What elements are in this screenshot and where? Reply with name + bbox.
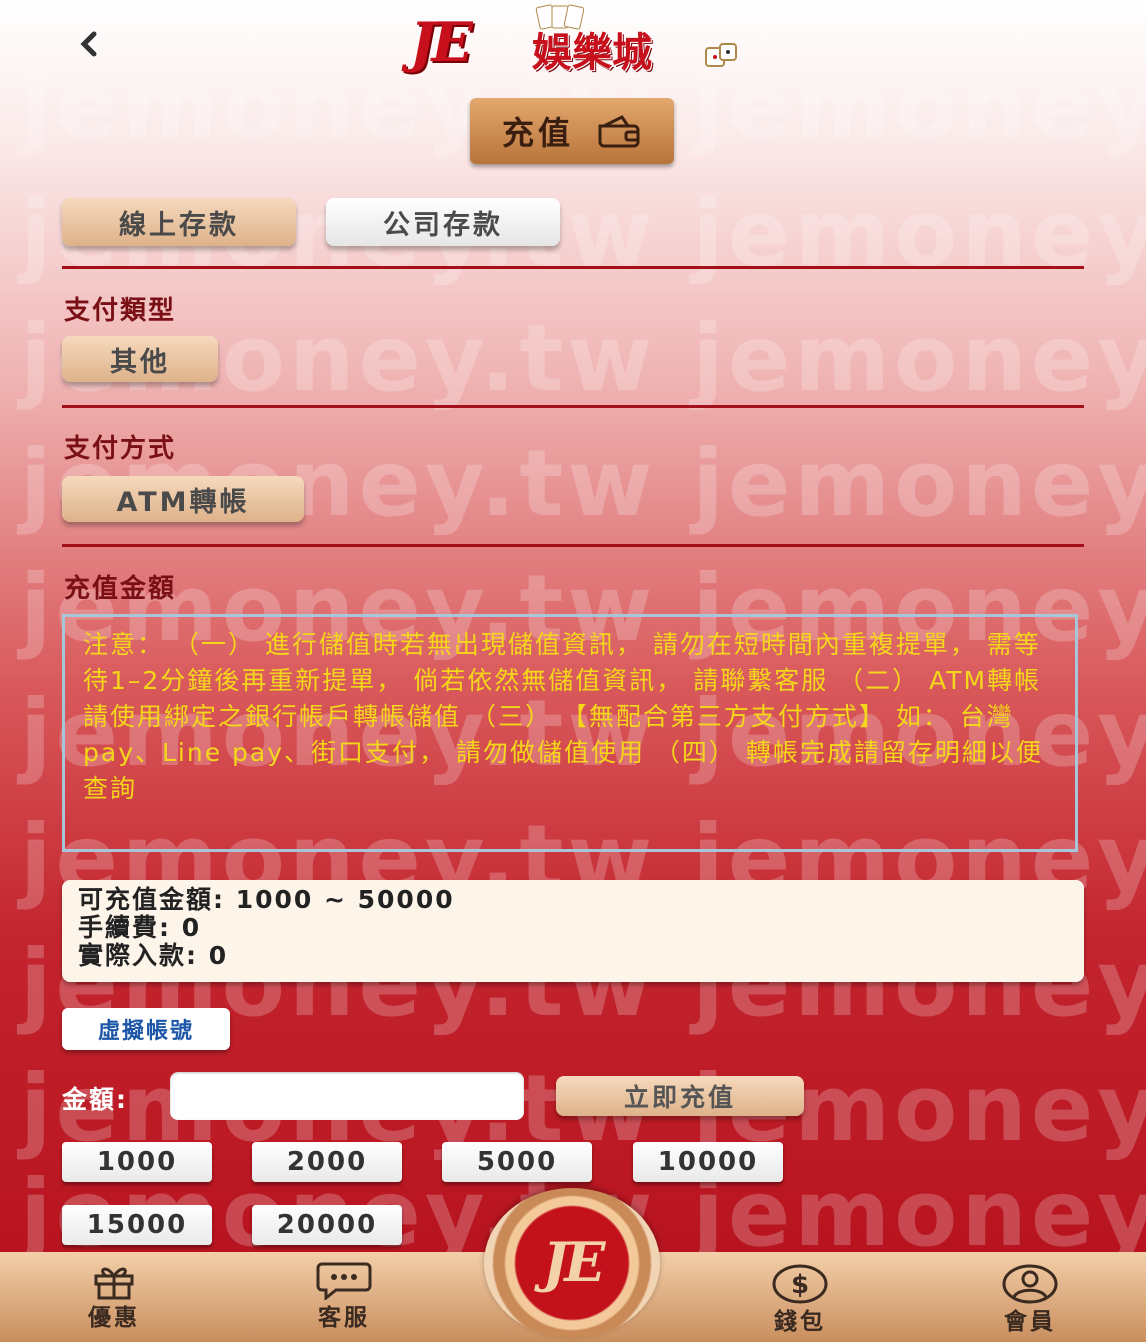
logo-mark: JE: [410, 10, 473, 74]
payment-method-option[interactable]: ATM轉帳: [62, 476, 304, 522]
notice-text: 注意： （一） 進行儲值時若無出現儲值資訊， 請勿在短時間內重複提單， 需等待1…: [83, 630, 1043, 803]
dice-icon: [705, 43, 737, 67]
chat-bubble-icon: [316, 1262, 372, 1300]
user-icon: [1002, 1264, 1058, 1304]
submit-recharge-button[interactable]: 立即充值: [556, 1076, 804, 1116]
quick-amount-button[interactable]: 20000: [252, 1205, 402, 1245]
actual-deposit-text: 實際入款: 0: [78, 941, 229, 970]
tab-promotions[interactable]: 優惠: [44, 1258, 184, 1332]
divider: [62, 544, 1084, 547]
back-button[interactable]: [78, 26, 100, 71]
amount-label: 金額:: [62, 1085, 128, 1114]
tab-customer-service[interactable]: 客服: [274, 1258, 414, 1332]
recharge-amount-label: 充值金額: [64, 574, 177, 604]
payment-type-option[interactable]: 其他: [62, 336, 218, 382]
page-title: 充值: [470, 98, 674, 164]
quick-amount-button[interactable]: 2000: [252, 1142, 402, 1182]
tab-member[interactable]: 會員: [960, 1262, 1100, 1336]
home-logo-button[interactable]: JE: [484, 1188, 660, 1338]
fee-text: 手續費: 0: [78, 913, 202, 942]
gift-icon: [94, 1267, 134, 1300]
dollar-coin-icon: $: [772, 1264, 828, 1304]
tab-company-deposit[interactable]: 公司存款: [326, 198, 560, 246]
wallet-icon: [598, 115, 640, 148]
virtual-account-button[interactable]: 虛擬帳號: [62, 1008, 230, 1050]
quick-amount-button[interactable]: 15000: [62, 1205, 212, 1245]
logo-name: 娛樂城: [532, 30, 652, 76]
tab-online-deposit[interactable]: 線上存款: [62, 198, 296, 246]
divider: [62, 405, 1084, 408]
tab-wallet[interactable]: $ 錢包: [730, 1262, 870, 1336]
amount-info-box: 可充值金額: 1000 ~ 50000 手續費: 0 實際入款: 0: [62, 880, 1084, 982]
chevron-left-icon: [80, 31, 97, 57]
notice-box: 注意： （一） 進行儲值時若無出現儲值資訊， 請勿在短時間內重複提單， 需等待1…: [62, 614, 1078, 852]
brand-logo: JE 娛樂城: [404, 4, 744, 76]
payment-type-label: 支付類型: [64, 296, 177, 326]
amount-input[interactable]: [170, 1072, 524, 1120]
divider: [62, 266, 1084, 269]
svg-text:$: $: [791, 1270, 809, 1300]
quick-amount-button[interactable]: 1000: [62, 1142, 212, 1182]
je-logo-icon: JE: [542, 1230, 606, 1294]
quick-amount-button[interactable]: 5000: [442, 1142, 592, 1182]
payment-method-label: 支付方式: [64, 434, 177, 464]
quick-amount-button[interactable]: 10000: [633, 1142, 783, 1182]
recharge-range-text: 可充值金額: 1000 ~ 50000: [78, 885, 455, 914]
